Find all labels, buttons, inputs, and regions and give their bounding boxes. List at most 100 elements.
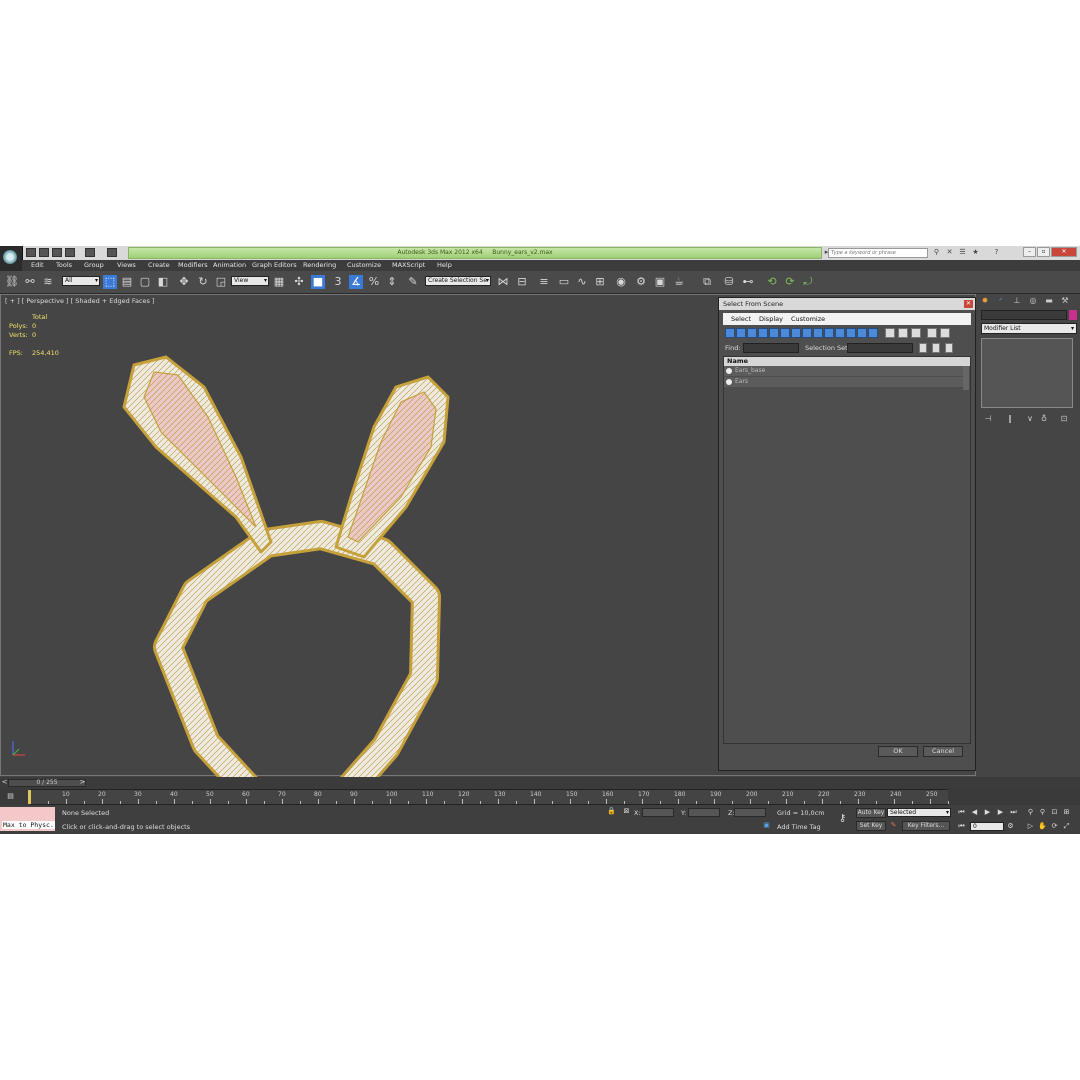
render-production-icon[interactable]: ☕ <box>672 275 686 289</box>
ok-button[interactable]: OK <box>878 746 918 757</box>
time-slider[interactable]: 0 / 255 <box>8 779 86 787</box>
render-setup-icon[interactable]: ⚙ <box>634 275 648 289</box>
physx-reset-icon[interactable]: ⤾ <box>801 275 815 289</box>
object-name-field[interactable] <box>981 310 1067 320</box>
z-coordinate-field[interactable] <box>734 808 766 817</box>
menu-edit[interactable]: Edit <box>31 261 44 269</box>
menu-group[interactable]: Group <box>84 261 104 269</box>
add-time-tag[interactable]: Add Time Tag <box>777 823 821 831</box>
app-logo[interactable] <box>0 246 23 272</box>
motion-tab-icon[interactable]: ◎ <box>1028 296 1038 306</box>
spinner-snap-icon[interactable]: ⇕ <box>385 275 399 289</box>
display-cameras-icon[interactable] <box>758 328 768 338</box>
list-item[interactable]: Ears <box>724 377 964 387</box>
physx-simulate-icon[interactable]: ⟲ <box>765 275 779 289</box>
keyboard-shortcut-icon[interactable]: ■ <box>311 275 325 289</box>
modifier-list-dropdown[interactable]: Modifier List <box>981 323 1077 334</box>
display-bones-icon[interactable] <box>813 328 823 338</box>
selection-set-dropdown[interactable] <box>847 343 913 353</box>
maximize-button[interactable]: ▫ <box>1037 247 1050 257</box>
unlink-icon[interactable]: ⚯ <box>23 275 37 289</box>
configure-modifier-sets-icon[interactable]: ⊡ <box>1059 414 1069 424</box>
select-none-icon[interactable] <box>898 328 908 338</box>
scale-icon[interactable]: ◲ <box>214 275 228 289</box>
key-mode-toggle-icon[interactable]: ⏮ <box>957 822 966 831</box>
column-header-name[interactable]: Name <box>724 357 970 366</box>
time-next-icon[interactable]: > <box>78 778 87 787</box>
dialog-menu-customize[interactable]: Customize <box>791 315 825 323</box>
select-all-icon[interactable] <box>885 328 895 338</box>
auto-key-button[interactable]: Auto Key <box>856 808 886 818</box>
time-configuration-icon[interactable]: ⚙ <box>1006 822 1015 831</box>
menu-modifiers[interactable]: Modifiers <box>178 261 208 269</box>
object-list[interactable]: Name Ears_base Ears <box>723 356 971 744</box>
graphite-tools-icon[interactable]: ▭ <box>557 275 571 289</box>
y-coordinate-field[interactable] <box>688 808 720 817</box>
selection-set-add-icon[interactable] <box>919 343 927 353</box>
material-editor-icon[interactable]: ◉ <box>614 275 628 289</box>
display-all-icon[interactable] <box>857 328 867 338</box>
field-of-view-icon[interactable]: ▷ <box>1026 822 1035 831</box>
show-end-result-icon[interactable]: ‖ <box>1005 414 1015 424</box>
layer-manager-icon[interactable]: ≡ <box>537 275 551 289</box>
search-input[interactable]: Type a keyword or phrase <box>828 248 928 258</box>
move-icon[interactable]: ✥ <box>177 275 191 289</box>
edit-named-selection-icon[interactable]: ✎ <box>406 275 420 289</box>
absolute-mode-icon[interactable]: ⊠ <box>622 807 631 816</box>
project-folder-icon[interactable] <box>107 248 117 257</box>
next-frame-icon[interactable]: ▶ <box>996 808 1005 817</box>
link-icon[interactable]: ⛓ <box>5 275 19 289</box>
display-lights-icon[interactable] <box>747 328 757 338</box>
redo-icon[interactable] <box>85 248 95 257</box>
particle-icon[interactable]: ⊷ <box>741 275 755 289</box>
snaps-toggle-icon[interactable]: 3 <box>331 275 345 289</box>
rectangular-selection-icon[interactable]: ▢ <box>138 275 152 289</box>
display-frozen-icon[interactable] <box>835 328 845 338</box>
dialog-menu-select[interactable]: Select <box>731 315 751 323</box>
display-tab-icon[interactable]: ▬ <box>1044 296 1054 306</box>
key-mode-dropdown[interactable]: Selected <box>887 808 951 817</box>
display-none-icon[interactable] <box>868 328 878 338</box>
go-to-end-icon[interactable]: ⏭ <box>1009 808 1018 817</box>
bind-space-warp-icon[interactable]: ≋ <box>41 275 55 289</box>
zoom-all-icon[interactable]: ⚲ <box>1038 808 1047 817</box>
tools-icon[interactable]: ✕ <box>945 248 954 257</box>
schematic-view-icon[interactable]: ⊞ <box>593 275 607 289</box>
modify-tab-icon[interactable]: ◜ <box>996 296 1006 306</box>
display-shapes-icon[interactable] <box>736 328 746 338</box>
remove-modifier-icon[interactable]: ♁ <box>1039 414 1049 424</box>
selection-set-remove-icon[interactable] <box>932 343 940 353</box>
dialog-title[interactable]: Select From Scene <box>719 298 975 310</box>
maxscript-mini-listener[interactable]: Max to Physc. <box>2 821 55 829</box>
key-filter-icon[interactable]: ✎ <box>889 821 898 830</box>
menu-animation[interactable]: Animation <box>213 261 246 269</box>
frame-ruler[interactable]: 10 20 30 40 50 60 70 80 90 100 110 120 130 140 150 160 1… <box>30 789 949 805</box>
zoom-extents-icon[interactable]: ⊡ <box>1050 808 1059 817</box>
go-to-start-icon[interactable]: ⏮ <box>957 808 966 817</box>
previous-frame-icon[interactable]: ◀ <box>970 808 979 817</box>
filter-options-icon[interactable] <box>940 328 950 338</box>
menu-help[interactable]: Help <box>437 261 452 269</box>
percent-snap-icon[interactable]: % <box>367 275 381 289</box>
save-file-icon[interactable] <box>52 248 62 257</box>
x-coordinate-field[interactable] <box>642 808 674 817</box>
window-crossing-icon[interactable]: ◧ <box>156 275 170 289</box>
align-icon[interactable]: ⊟ <box>515 275 529 289</box>
undo-icon[interactable] <box>65 248 75 257</box>
mini-curve-editor-icon[interactable]: ▤ <box>6 792 15 801</box>
menu-views[interactable]: Views <box>117 261 136 269</box>
pivot-center-icon[interactable]: ▦ <box>272 275 286 289</box>
minimize-button[interactable]: – <box>1023 247 1036 257</box>
mirror-icon[interactable]: ⋈ <box>496 275 510 289</box>
playhead[interactable] <box>28 790 31 804</box>
menu-customize[interactable]: Customize <box>347 261 381 269</box>
reference-coord-dropdown[interactable]: View <box>231 276 269 286</box>
physx-step-icon[interactable]: ⟳ <box>783 275 797 289</box>
dialog-menu-display[interactable]: Display <box>759 315 783 323</box>
set-key-icon[interactable]: ⚷ <box>838 814 847 824</box>
populate-icon[interactable]: ⛁ <box>722 275 736 289</box>
set-key-button[interactable]: Set Key <box>856 821 886 831</box>
named-selection-set-dropdown[interactable]: Create Selection Se <box>425 276 491 286</box>
angle-snap-icon[interactable]: ∡ <box>349 275 363 289</box>
select-invert-icon[interactable] <box>911 328 921 338</box>
